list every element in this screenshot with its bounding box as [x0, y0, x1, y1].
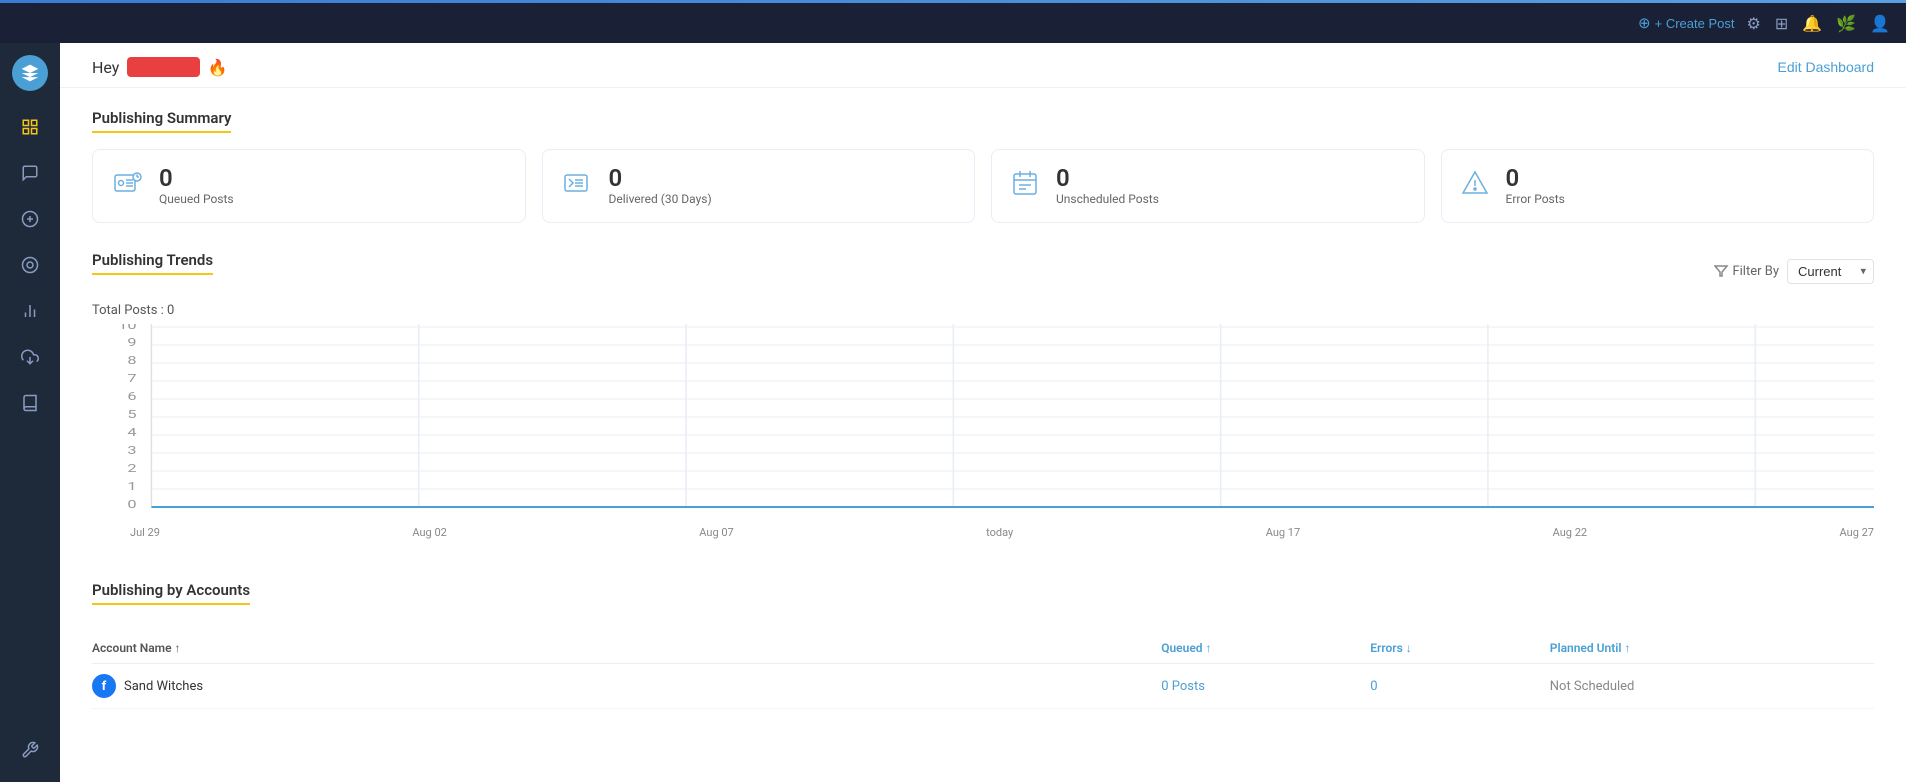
fire-emoji: 🔥: [208, 58, 228, 77]
x-label-1: Aug 02: [412, 526, 446, 539]
create-post-button[interactable]: ⊕ + Create Post: [1638, 14, 1734, 32]
leaf-icon[interactable]: 🌿: [1836, 14, 1856, 33]
error-posts-card[interactable]: 0 Error Posts: [1441, 149, 1875, 223]
filter-area: Filter By Current Previous All Time: [1714, 259, 1874, 284]
queued-posts-label: Queued Posts: [159, 192, 234, 206]
publishing-accounts-section: Publishing by Accounts Account Name ↑ Qu…: [60, 564, 1906, 725]
accounts-table: Account Name ↑ Queued ↑ Errors ↓ Planned…: [92, 633, 1874, 709]
x-label-4: Aug 17: [1266, 526, 1300, 539]
svg-text:7: 7: [127, 373, 136, 386]
svg-text:9: 9: [127, 337, 136, 350]
chart-svg: 10 9 8 7 6 5 4 3 2 1 0: [92, 324, 1874, 524]
svg-text:1: 1: [127, 481, 136, 494]
queued-posts-content: 0 Queued Posts: [159, 166, 234, 206]
top-bar-icons: ⚙ ⊞ 🔔 🌿 👤: [1746, 14, 1890, 33]
chart-container: 10 9 8 7 6 5 4 3 2 1 0: [92, 324, 1874, 544]
trends-header: Publishing Trends Filter By Current Prev…: [92, 251, 1874, 291]
svg-text:6: 6: [127, 391, 136, 404]
publishing-summary-section: Publishing Summary: [60, 88, 1906, 243]
main-content: Hey 🔥 Edit Dashboard Publishing Summary: [60, 43, 1906, 782]
svg-text:5: 5: [127, 409, 136, 422]
delivered-posts-number: 0: [609, 166, 712, 190]
queued-cell: 0 Posts: [1161, 664, 1370, 709]
filter-select-wrapper: Current Previous All Time: [1787, 259, 1874, 284]
queued-posts-link[interactable]: 0 Posts: [1161, 679, 1205, 694]
unscheduled-posts-number: 0: [1056, 166, 1159, 190]
filter-select[interactable]: Current Previous All Time: [1787, 259, 1874, 284]
publishing-accounts-title: Publishing by Accounts: [92, 581, 250, 605]
svg-text:3: 3: [127, 445, 136, 458]
unscheduled-posts-card[interactable]: 0 Unscheduled Posts: [991, 149, 1425, 223]
error-posts-label: Error Posts: [1506, 192, 1565, 206]
unscheduled-posts-content: 0 Unscheduled Posts: [1056, 166, 1159, 206]
layout: Hey 🔥 Edit Dashboard Publishing Summary: [0, 43, 1906, 782]
user-icon[interactable]: 👤: [1870, 14, 1890, 33]
account-name: Sand Witches: [124, 679, 203, 694]
x-label-3: today: [986, 526, 1013, 539]
svg-text:8: 8: [127, 355, 136, 368]
sidebar-item-reports[interactable]: [10, 291, 50, 331]
error-posts-content: 0 Error Posts: [1506, 166, 1565, 206]
greeting-text: Hey: [92, 58, 119, 77]
svg-text:0: 0: [127, 499, 136, 512]
queue-icon: [113, 169, 145, 204]
calendar-icon: [1012, 169, 1042, 204]
filter-label: Filter By: [1714, 264, 1779, 279]
col-account-name[interactable]: Account Name ↑: [92, 633, 1161, 664]
publishing-trends-section: Publishing Trends Filter By Current Prev…: [60, 243, 1906, 564]
col-errors[interactable]: Errors ↓: [1370, 633, 1549, 664]
summary-cards: 0 Queued Posts: [92, 149, 1874, 223]
svg-text:4: 4: [127, 427, 136, 440]
facebook-icon: f: [92, 674, 116, 698]
queued-posts-number: 0: [159, 166, 234, 190]
table-row: f Sand Witches 0 Posts 0 Not Scheduled: [92, 664, 1874, 709]
delivered-posts-content: 0 Delivered (30 Days): [609, 166, 712, 206]
sidebar-logo[interactable]: [12, 55, 48, 91]
user-name-redacted: [127, 57, 199, 77]
top-bar: ⊕ + Create Post ⚙ ⊞ 🔔 🌿 👤: [0, 3, 1906, 43]
grid-icon[interactable]: ⊞: [1775, 14, 1788, 33]
svg-text:10: 10: [118, 324, 137, 332]
account-name-cell: f Sand Witches: [92, 664, 1161, 709]
edit-dashboard-button[interactable]: Edit Dashboard: [1777, 59, 1874, 75]
warning-icon: [1462, 169, 1492, 204]
x-label-2: Aug 07: [699, 526, 733, 539]
publishing-trends-title: Publishing Trends: [92, 251, 213, 275]
x-label-6: Aug 27: [1840, 526, 1874, 539]
publishing-summary-title: Publishing Summary: [92, 109, 231, 133]
total-posts-label: Total Posts : 0: [92, 303, 1874, 318]
progress-bar: [0, 0, 1906, 3]
sidebar-item-settings[interactable]: [10, 730, 50, 770]
sidebar-item-library[interactable]: [10, 337, 50, 377]
delivered-icon: [563, 169, 595, 204]
error-posts-number: 0: [1506, 166, 1565, 190]
unscheduled-posts-label: Unscheduled Posts: [1056, 192, 1159, 206]
sidebar-item-listen[interactable]: [10, 245, 50, 285]
planned-until-cell: Not Scheduled: [1550, 664, 1874, 709]
x-label-0: Jul 29: [130, 526, 160, 539]
queued-posts-card[interactable]: 0 Queued Posts: [92, 149, 526, 223]
delivered-posts-label: Delivered (30 Days): [609, 192, 712, 206]
sidebar-item-messages[interactable]: [10, 153, 50, 193]
errors-cell: 0: [1370, 664, 1549, 709]
gear-icon[interactable]: ⚙: [1746, 14, 1760, 33]
sidebar-item-analytics[interactable]: [10, 199, 50, 239]
sidebar-item-dashboard[interactable]: [10, 107, 50, 147]
x-label-5: Aug 22: [1553, 526, 1587, 539]
errors-value: 0: [1370, 679, 1377, 694]
bell-icon[interactable]: 🔔: [1802, 14, 1822, 33]
plus-icon: ⊕: [1638, 14, 1651, 32]
filter-icon: [1714, 264, 1728, 278]
delivered-posts-card[interactable]: 0 Delivered (30 Days): [542, 149, 976, 223]
sidebar: [0, 43, 60, 782]
col-planned-until[interactable]: Planned Until ↑: [1550, 633, 1874, 664]
sidebar-item-manage[interactable]: [10, 383, 50, 423]
svg-text:2: 2: [127, 463, 136, 476]
page-header: Hey 🔥 Edit Dashboard: [60, 43, 1906, 88]
col-queued[interactable]: Queued ↑: [1161, 633, 1370, 664]
planned-until-value: Not Scheduled: [1550, 679, 1635, 694]
chart-x-labels: Jul 29 Aug 02 Aug 07 today Aug 17 Aug 22…: [92, 524, 1874, 539]
greeting-area: Hey 🔥: [92, 57, 228, 77]
